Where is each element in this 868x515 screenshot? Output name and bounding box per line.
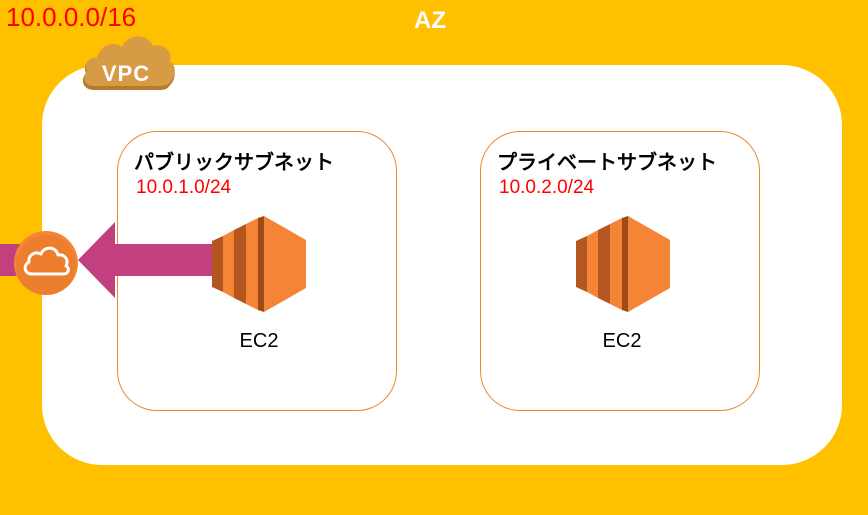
vpc-cloud-icon: VPC — [80, 32, 178, 94]
vpc-icon-label: VPC — [101, 61, 151, 86]
public-subnet-title: パブリックサブネット — [134, 150, 334, 174]
private-subnet-title: プライベートサブネット — [497, 150, 717, 174]
public-subnet-cidr: 10.0.1.0/24 — [136, 177, 232, 198]
internet-gateway-cloud-icon — [13, 230, 79, 296]
az-region: 10.0.0.0/16 AZ VPC パブリックサブネット 10.0.1.0/2… — [0, 0, 868, 515]
az-label: AZ — [414, 7, 446, 34]
ec2-icon — [576, 216, 670, 316]
public-ec2-label: EC2 — [239, 330, 279, 352]
private-subnet-cidr: 10.0.2.0/24 — [499, 177, 595, 198]
vpc-cidr: 10.0.0.0/16 — [6, 2, 137, 32]
private-ec2-label: EC2 — [602, 330, 642, 352]
ec2-icon — [212, 216, 306, 316]
